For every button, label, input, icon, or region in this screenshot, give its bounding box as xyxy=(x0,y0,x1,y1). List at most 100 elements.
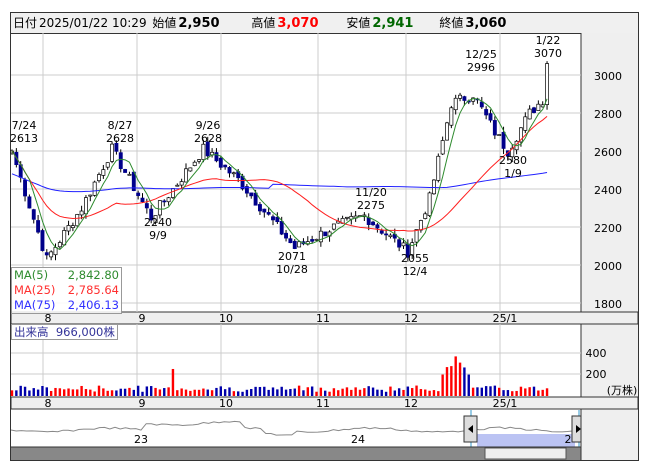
volume-bar xyxy=(297,385,301,396)
annotation-date: 1/9 xyxy=(504,167,522,180)
candle xyxy=(179,181,184,186)
candle xyxy=(279,221,284,235)
volume-bar xyxy=(106,390,109,396)
candle xyxy=(449,107,454,126)
volume-bar xyxy=(202,388,205,396)
volume-bar xyxy=(315,391,318,396)
volume-bar xyxy=(406,386,410,396)
annotation-date: 10/28 xyxy=(276,263,308,276)
month-label: 11 xyxy=(316,397,330,410)
volume-bar xyxy=(84,389,88,396)
price-tick: 2000 xyxy=(594,260,622,273)
candle xyxy=(462,96,467,101)
annotation-value: 2996 xyxy=(467,61,495,74)
navigator-year-label: 24 xyxy=(351,433,365,446)
month-label: 8 xyxy=(45,397,52,410)
month-label: 9 xyxy=(139,397,146,410)
volume-bar xyxy=(341,388,344,396)
candle xyxy=(40,230,45,251)
volume-bar xyxy=(184,389,188,396)
candle xyxy=(375,224,380,229)
volume-bar xyxy=(511,391,514,396)
month-label: 10 xyxy=(219,397,233,410)
candle xyxy=(297,241,302,248)
volume-bar xyxy=(471,387,475,396)
volume-bar xyxy=(76,389,79,396)
candle xyxy=(445,122,449,141)
volume-bar xyxy=(454,356,457,396)
candle xyxy=(253,192,258,206)
candle xyxy=(49,251,54,258)
volume-bar xyxy=(458,362,462,396)
candle xyxy=(44,252,49,256)
candle xyxy=(83,197,88,215)
volume-bar xyxy=(545,388,549,396)
scrollbar-thumb[interactable] xyxy=(484,447,567,460)
volume-bar xyxy=(158,389,162,396)
candle xyxy=(418,220,423,231)
volume-bar xyxy=(150,386,153,396)
volume-bar xyxy=(506,390,510,396)
volume-bar xyxy=(437,391,440,396)
annotation-value: 2628 xyxy=(194,132,222,145)
volume-bar xyxy=(119,388,122,396)
volume-bar xyxy=(263,386,266,396)
volume-bar xyxy=(302,390,305,396)
volume-tick: 400 xyxy=(586,347,607,360)
volume-bar xyxy=(402,389,405,396)
month-label: 9 xyxy=(139,312,146,325)
volume-bar xyxy=(432,390,436,396)
candle xyxy=(223,164,228,168)
volume-bar xyxy=(32,388,35,396)
candle xyxy=(314,238,319,241)
volume-bar xyxy=(132,389,135,396)
volume-bar xyxy=(389,386,392,396)
candle xyxy=(258,204,262,212)
annotation-date: 9/26 xyxy=(196,119,221,132)
volume-bar xyxy=(519,386,523,396)
candle xyxy=(249,192,254,197)
volume-bar xyxy=(380,389,383,396)
month-label: 11 xyxy=(316,312,330,325)
volume-bar xyxy=(250,389,253,396)
volume-bar xyxy=(136,385,140,396)
candle xyxy=(144,203,149,209)
candle xyxy=(262,208,267,213)
candle xyxy=(427,192,432,217)
candle xyxy=(501,131,506,149)
chart-canvas[interactable]: 889910101111121225/125/13000280026002400… xyxy=(0,0,653,470)
volume-bar xyxy=(371,387,375,396)
volume-bar xyxy=(258,386,262,396)
volume-bar xyxy=(524,388,527,396)
volume-bar xyxy=(502,390,505,396)
volume-bar xyxy=(411,388,414,396)
volume-bar xyxy=(415,385,418,396)
price-tick: 1800 xyxy=(594,298,622,311)
volume-bar xyxy=(110,390,114,396)
volume-bar xyxy=(128,387,131,396)
candle xyxy=(136,192,141,196)
volume-bar xyxy=(180,388,183,396)
volume-bar xyxy=(89,389,92,396)
candle xyxy=(75,214,80,227)
volume-bar xyxy=(267,389,270,396)
volume-bar xyxy=(358,389,362,396)
candle xyxy=(488,113,493,121)
volume-bar xyxy=(36,389,40,396)
volume-bar xyxy=(276,389,279,396)
volume-bar xyxy=(237,391,240,396)
volume-bar xyxy=(228,387,231,396)
volume-bar xyxy=(350,389,353,396)
annotation-date: 9/9 xyxy=(149,229,167,242)
navigator-year-label: 2 xyxy=(565,433,572,446)
volume-bar xyxy=(215,387,218,396)
volume-bar xyxy=(15,390,18,396)
volume-bar xyxy=(115,390,118,396)
volume-bar xyxy=(171,368,175,396)
candle xyxy=(397,239,402,248)
volume-bar xyxy=(63,389,66,396)
month-label: 8 xyxy=(45,312,52,325)
volume-bar xyxy=(206,389,209,396)
candle xyxy=(70,225,75,229)
candle xyxy=(97,174,101,182)
